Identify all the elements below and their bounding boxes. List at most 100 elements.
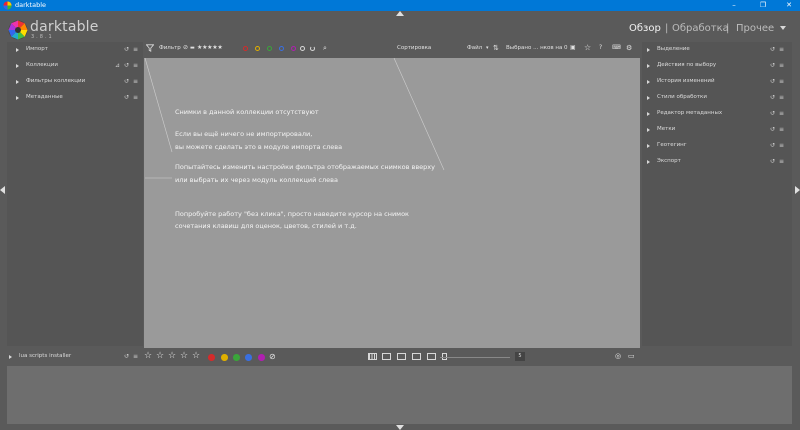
presets-menu-icon[interactable]: ≡ — [133, 92, 138, 103]
collapse-bottom-panel-arrow[interactable] — [396, 425, 404, 430]
grouping-icon[interactable]: ▣ — [570, 42, 576, 54]
reset-icon[interactable]: ↺ — [124, 351, 129, 362]
filemanager-layout-icon[interactable] — [368, 353, 377, 360]
expand-arrow-icon — [647, 127, 650, 132]
reset-icon[interactable]: ↺ — [770, 156, 775, 167]
reset-icon[interactable]: ↺ — [124, 92, 129, 103]
keyboard-shortcuts-icon[interactable]: ⌨ — [612, 42, 621, 54]
chevron-down-icon[interactable]: ▾ — [486, 42, 489, 54]
color-filter-red[interactable] — [243, 45, 248, 51]
module-geotagging[interactable]: Геотегинг ↺ ≡ — [647, 140, 787, 151]
logo-version: 3.8.1 — [31, 34, 54, 40]
color-label-red[interactable] — [208, 354, 215, 361]
presets-menu-icon[interactable]: ≡ — [779, 76, 784, 87]
presets-menu-icon[interactable]: ≡ — [133, 351, 138, 362]
search-icon[interactable]: ⌕ — [323, 42, 327, 54]
timeline-strip[interactable] — [7, 366, 792, 424]
presets-menu-icon[interactable]: ≡ — [779, 124, 784, 135]
rating-filter-stars[interactable]: ★★★★★ — [197, 42, 223, 54]
module-label: Фильтры коллекции — [26, 78, 86, 84]
view-tab-darkroom[interactable]: Обработка — [672, 22, 729, 36]
history-icon[interactable]: ⊿ — [115, 60, 120, 71]
zoom-slider[interactable] — [440, 357, 510, 358]
color-filter-purple[interactable] — [291, 45, 296, 51]
sort-order-icon[interactable]: ⇅ — [493, 42, 499, 54]
lighttable-center-area[interactable]: Снимки в данной коллекции отсутствуют Ес… — [144, 58, 640, 348]
views-menu-icon[interactable] — [780, 26, 786, 30]
preview-layout-icon[interactable] — [427, 353, 436, 360]
rating-comparator-icon[interactable]: ▬ — [190, 42, 195, 54]
color-filter-any[interactable] — [300, 45, 305, 51]
maximize-button[interactable]: ❐ — [752, 0, 774, 11]
rating-star-1[interactable]: ☆ — [144, 351, 152, 362]
reset-icon[interactable]: ↺ — [770, 44, 775, 55]
collapse-top-panel-arrow[interactable] — [396, 11, 404, 16]
module-import[interactable]: Импорт ↺ ≡ — [16, 44, 142, 55]
reset-icon[interactable]: ↺ — [124, 76, 129, 87]
module-styles[interactable]: Стили обработки ↺ ≡ — [647, 92, 787, 103]
presets-menu-icon[interactable]: ≡ — [779, 60, 784, 71]
reset-icon[interactable]: ↺ — [770, 76, 775, 87]
rating-star-4[interactable]: ☆ — [180, 351, 188, 362]
color-filter-blue[interactable] — [279, 45, 284, 51]
zoomable-layout-icon[interactable] — [382, 353, 391, 360]
presets-menu-icon[interactable]: ≡ — [133, 44, 138, 55]
reset-icon[interactable]: ↺ — [770, 60, 775, 71]
reset-icon[interactable]: ↺ — [770, 140, 775, 151]
close-button[interactable]: ✕ — [778, 0, 800, 11]
color-filter-yellow[interactable] — [255, 45, 260, 51]
reset-icon[interactable]: ↺ — [124, 60, 129, 71]
rating-star-5[interactable]: ☆ — [192, 351, 200, 362]
zoom-value[interactable]: 5 — [515, 352, 525, 361]
culling-layout-icon[interactable] — [397, 353, 406, 360]
module-selected-images[interactable]: Действия по выбору ↺ ≡ — [647, 60, 787, 71]
view-tab-lighttable[interactable]: Обзор — [629, 22, 661, 36]
help-icon[interactable]: ? — [599, 42, 602, 54]
module-tagging[interactable]: Метки ↺ ≡ — [647, 124, 787, 135]
module-metadata[interactable]: Метаданные ↺ ≡ — [16, 92, 142, 103]
color-label-purple[interactable] — [258, 354, 265, 361]
collapse-left-panel-arrow[interactable] — [0, 186, 5, 194]
presets-menu-icon[interactable]: ≡ — [779, 140, 784, 151]
expand-arrow-icon — [647, 95, 650, 100]
culling-dynamic-layout-icon[interactable] — [412, 353, 421, 360]
reset-icon[interactable]: ↺ — [770, 92, 775, 103]
reset-icon[interactable]: ↺ — [770, 124, 775, 135]
module-export[interactable]: Экспорт ↺ ≡ — [647, 156, 787, 167]
reset-icon[interactable]: ↺ — [124, 44, 129, 55]
color-label-yellow[interactable] — [221, 354, 228, 361]
module-collections[interactable]: Коллекции ⊿ ↺ ≡ — [16, 60, 142, 71]
presets-menu-icon[interactable]: ≡ — [779, 92, 784, 103]
module-collection-filters[interactable]: Фильтры коллекции ↺ ≡ — [16, 76, 142, 87]
color-label-green[interactable] — [233, 354, 240, 361]
gear-icon[interactable]: ⚙ — [626, 42, 632, 54]
module-lua-scripts-installer[interactable]: lua scripts installer ↺ ≡ — [9, 351, 142, 362]
focus-icon[interactable]: ◎ — [615, 351, 621, 362]
presets-menu-icon[interactable]: ≡ — [779, 156, 784, 167]
expand-arrow-icon — [647, 111, 650, 116]
view-tab-other[interactable]: Прочее — [736, 22, 774, 36]
module-history-stack[interactable]: История изменений ↺ ≡ — [647, 76, 787, 87]
color-filter-green[interactable] — [267, 45, 272, 51]
module-metadata-editor[interactable]: Редактор метаданных ↺ ≡ — [647, 108, 787, 119]
module-select[interactable]: Выделение ↺ ≡ — [647, 44, 787, 55]
color-filter-operator[interactable] — [310, 45, 315, 51]
rating-reject-icon[interactable]: ⊘ — [183, 42, 188, 54]
star-overlay-icon[interactable]: ☆ — [584, 42, 591, 54]
presets-menu-icon[interactable]: ≡ — [133, 76, 138, 87]
reset-icon[interactable]: ↺ — [770, 108, 775, 119]
presets-menu-icon[interactable]: ≡ — [779, 108, 784, 119]
filter-funnel-icon[interactable] — [146, 44, 154, 52]
sort-value[interactable]: Файл — [467, 42, 482, 54]
rating-star-2[interactable]: ☆ — [156, 351, 164, 362]
color-label-blue[interactable] — [245, 354, 252, 361]
presets-menu-icon[interactable]: ≡ — [779, 44, 784, 55]
minimize-button[interactable]: – — [723, 0, 745, 11]
left-panel: Импорт ↺ ≡ Коллекции ⊿ ↺ ≡ Фильтры колле… — [7, 42, 143, 360]
display-profile-icon[interactable]: ▭ — [628, 351, 635, 362]
module-label: Выделение — [657, 46, 690, 52]
presets-menu-icon[interactable]: ≡ — [133, 60, 138, 71]
clear-color-labels-icon[interactable]: ⊘ — [269, 351, 276, 362]
collapse-right-panel-arrow[interactable] — [795, 186, 800, 194]
rating-star-3[interactable]: ☆ — [168, 351, 176, 362]
